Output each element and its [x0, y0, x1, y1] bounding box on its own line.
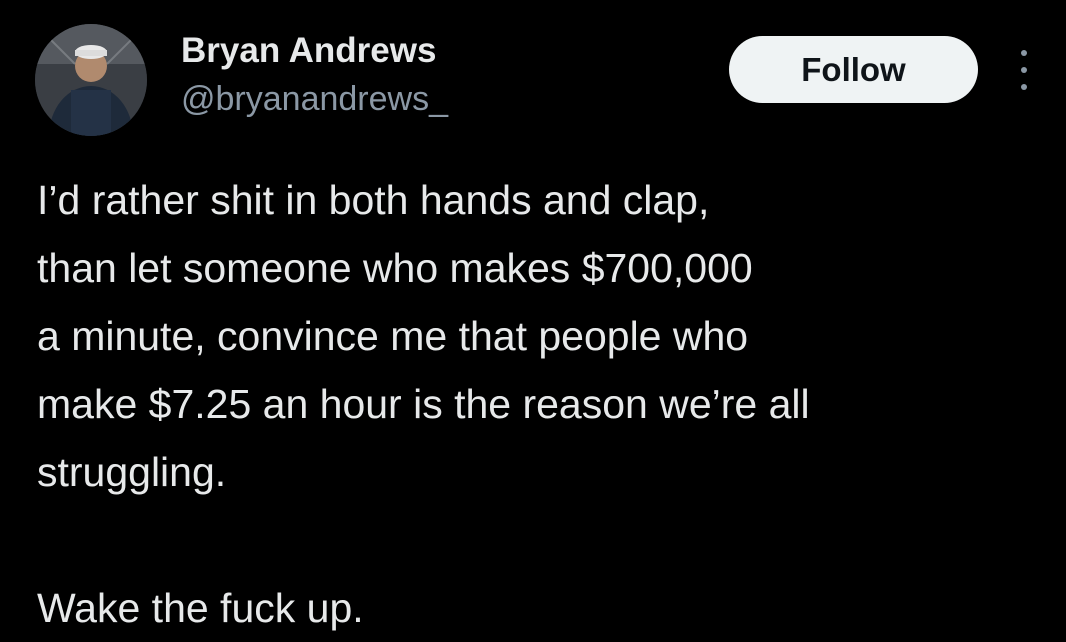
- tweet-line: than let someone who makes $700,000: [37, 245, 753, 291]
- tweet-text: I’d rather shit in both hands and clap, …: [37, 166, 1037, 642]
- tweet-line: a minute, convince me that people who: [37, 313, 749, 359]
- tweet-card: Bryan Andrews @bryanandrews_ Follow I’d …: [0, 0, 1066, 639]
- tweet-line: struggling.: [37, 449, 227, 495]
- tweet-line: make $7.25 an hour is the reason we’re a…: [37, 381, 810, 427]
- more-dot: [1021, 67, 1027, 73]
- tweet-line: I’d rather shit in both hands and clap,: [37, 177, 710, 223]
- more-dot: [1021, 84, 1027, 90]
- author-display-name[interactable]: Bryan Andrews: [181, 31, 436, 71]
- author-handle[interactable]: @bryanandrews_: [181, 80, 448, 119]
- avatar-photo: [35, 24, 147, 136]
- tweet-line: Wake the fuck up.: [37, 585, 364, 631]
- author-avatar[interactable]: [35, 24, 147, 136]
- follow-button[interactable]: Follow: [729, 36, 978, 103]
- more-options-icon[interactable]: [1012, 50, 1036, 90]
- more-dot: [1021, 50, 1027, 56]
